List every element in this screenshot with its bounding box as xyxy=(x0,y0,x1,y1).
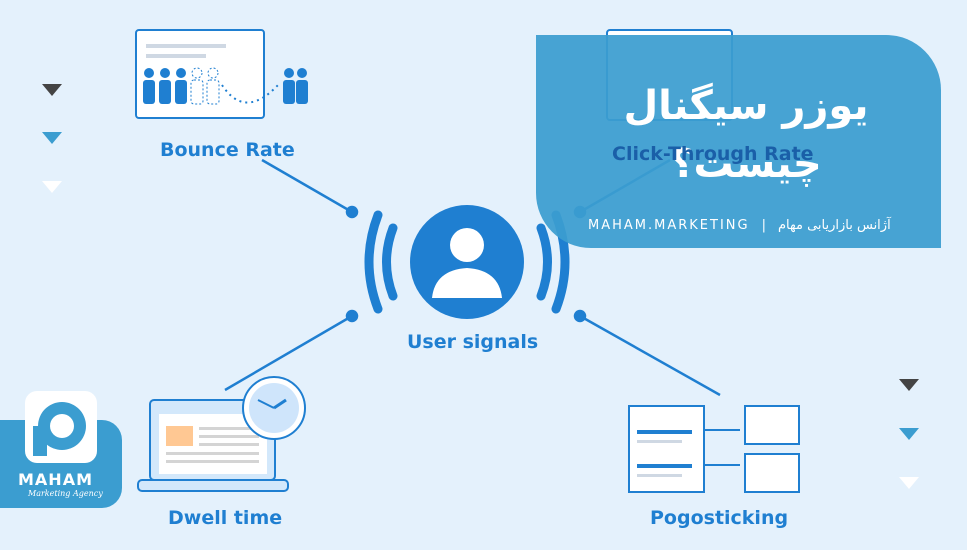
browser-window-icon xyxy=(135,29,265,119)
agency-name: آژانس بازاریابی مهام xyxy=(777,218,891,233)
node-label-bounce-rate: Bounce Rate xyxy=(160,139,295,161)
clock-icon xyxy=(242,376,306,440)
center-label: User signals xyxy=(407,331,539,353)
logo-icon xyxy=(25,391,97,463)
site-name: MAHAM.MARKETING xyxy=(588,218,750,233)
node-label-pogosticking: Pogosticking xyxy=(650,507,789,529)
node-label-dwell-time: Dwell time xyxy=(168,507,283,529)
search-results-icon xyxy=(628,405,800,493)
title-line-1: یوزر سیگنال xyxy=(623,83,869,129)
title-banner: یوزر سیگنال چیست؟ MAHAM.MARKETING | آژان… xyxy=(536,35,941,248)
banner-footer: MAHAM.MARKETING | آژانس بازاریابی مهام xyxy=(588,218,891,233)
node-label-ctr: Click-Through Rate xyxy=(612,143,814,165)
user-icon xyxy=(410,205,524,319)
banner-title: یوزر سیگنال چیست؟ xyxy=(596,77,896,193)
logo-tagline: Marketing Agency xyxy=(28,489,103,498)
logo-name: MAHAM xyxy=(18,470,93,489)
separator: | xyxy=(761,218,766,233)
